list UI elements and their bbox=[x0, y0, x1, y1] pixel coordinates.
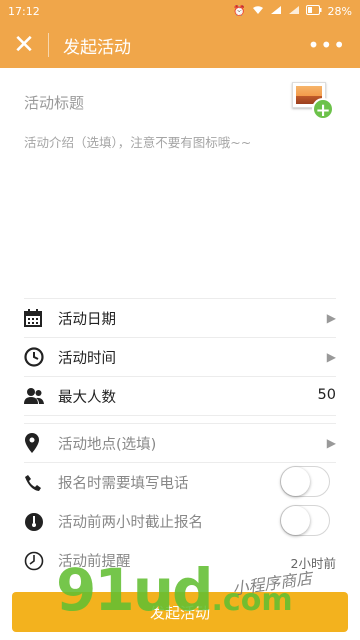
phone-icon bbox=[24, 471, 48, 495]
add-photo-icon[interactable]: + bbox=[292, 82, 334, 121]
section-gap bbox=[24, 416, 336, 424]
row-deadline: 活动前两小时截止报名 bbox=[24, 502, 336, 541]
battery-icon bbox=[305, 4, 322, 18]
wifi-icon bbox=[252, 5, 264, 18]
nav-divider bbox=[48, 33, 49, 57]
watermark-logo-text: 91ud bbox=[56, 556, 214, 624]
chevron-right-icon: ▶ bbox=[326, 311, 336, 325]
require-phone-toggle[interactable] bbox=[280, 466, 330, 497]
row-label: 活动前两小时截止报名 bbox=[58, 515, 203, 531]
row-activity-date[interactable]: 活动日期 ▶ bbox=[24, 299, 336, 338]
signal-icon-2 bbox=[288, 5, 300, 18]
row-label: 活动地点(选填) bbox=[58, 436, 157, 453]
row-label: 活动时间 bbox=[58, 350, 116, 367]
activity-title-placeholder[interactable]: 活动标题 bbox=[24, 92, 84, 113]
activity-settings-list: 活动日期 ▶ 活动时间 ▶ 最大人数 50 活动地点(选填) ▶ 报名时需要填写… bbox=[24, 298, 336, 580]
status-time: 17:12 bbox=[8, 4, 40, 18]
page-title: 发起活动 bbox=[63, 37, 131, 58]
people-icon bbox=[24, 384, 48, 408]
status-icons: ⏰ 28% bbox=[233, 4, 352, 18]
deadline-toggle[interactable] bbox=[280, 505, 330, 536]
calendar-icon bbox=[24, 306, 48, 330]
battery-percent: 28% bbox=[327, 4, 352, 18]
toggle-knob bbox=[281, 467, 310, 496]
location-pin-icon bbox=[24, 431, 48, 455]
status-bar: 17:12 ⏰ 28% bbox=[0, 0, 360, 22]
alarm-status-icon: ⏰ bbox=[233, 5, 246, 17]
row-require-phone: 报名时需要填写电话 bbox=[24, 463, 336, 502]
row-label: 活动日期 bbox=[58, 311, 116, 328]
more-options-icon[interactable]: ••• bbox=[308, 35, 346, 55]
max-people-value[interactable]: 50 bbox=[318, 387, 336, 403]
activity-title-field[interactable]: 活动标题 + bbox=[24, 82, 336, 121]
chevron-right-icon: ▶ bbox=[326, 436, 336, 450]
signal-icon bbox=[270, 5, 282, 18]
row-max-people[interactable]: 最大人数 50 bbox=[24, 377, 336, 416]
alarm-clock-icon bbox=[24, 549, 48, 573]
chevron-right-icon: ▶ bbox=[326, 350, 336, 364]
clock-icon bbox=[24, 345, 48, 369]
row-label: 报名时需要填写电话 bbox=[58, 476, 189, 492]
stopwatch-icon bbox=[24, 510, 48, 534]
activity-intro-field[interactable]: 活动介绍（选填），注意不要有图标哦~~ bbox=[24, 132, 251, 151]
row-activity-time[interactable]: 活动时间 ▶ bbox=[24, 338, 336, 377]
add-plus-icon: + bbox=[312, 98, 334, 121]
close-icon[interactable]: ✕ bbox=[0, 22, 48, 68]
toggle-knob bbox=[281, 506, 310, 535]
nav-bar: ✕ 发起活动 ••• bbox=[0, 22, 360, 68]
row-location[interactable]: 活动地点(选填) ▶ bbox=[24, 424, 336, 463]
row-label: 最大人数 bbox=[58, 389, 116, 406]
